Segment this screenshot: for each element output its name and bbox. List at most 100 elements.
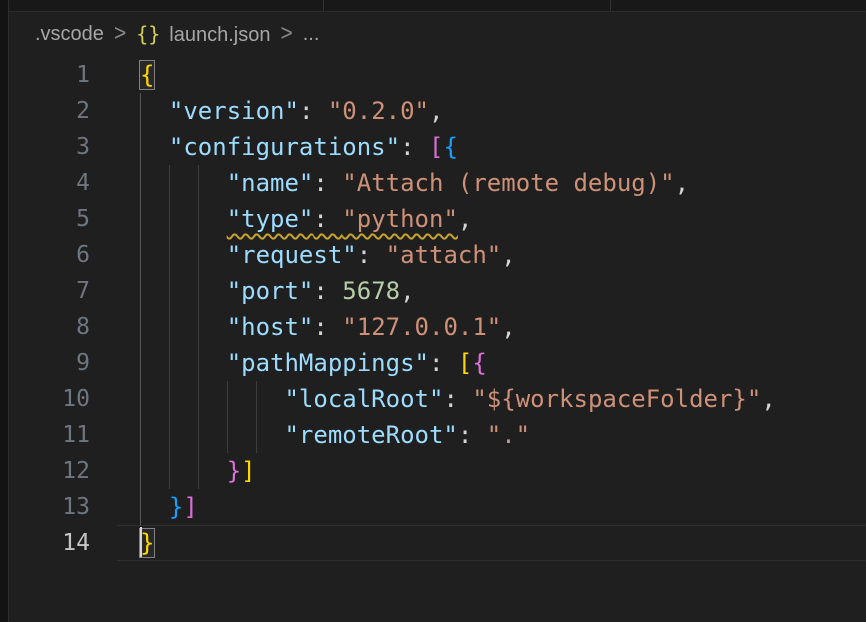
indent-spacer — [140, 370, 227, 371]
code-area[interactable]: 1{2"version": "0.2.0",3"configurations":… — [9, 56, 866, 622]
line-number[interactable]: 11 — [9, 417, 90, 453]
code-token: { — [472, 349, 486, 377]
code-line[interactable]: 8 "host": "127.0.0.1", — [9, 309, 866, 345]
line-number[interactable]: 9 — [9, 345, 90, 381]
code-token: , — [675, 169, 689, 197]
code-line-text[interactable]: "type": "python", — [140, 201, 866, 237]
code-token: "attach" — [386, 241, 502, 269]
indent-guide — [140, 417, 141, 453]
indent-guide — [140, 201, 141, 237]
code-line[interactable]: 10 "localRoot": "${workspaceFolder}", — [9, 381, 866, 417]
code-token: ] — [241, 457, 255, 485]
code-token: : — [299, 97, 328, 125]
indent-spacer — [140, 262, 227, 263]
code-token: "python" — [342, 205, 458, 233]
line-number[interactable]: 12 — [9, 453, 90, 489]
code-line[interactable]: 3 "configurations": [{ — [9, 129, 866, 165]
code-line-text[interactable]: { — [140, 57, 866, 93]
indent-spacer — [140, 334, 227, 335]
indent-guide — [169, 345, 170, 381]
indent-spacer — [140, 190, 227, 191]
line-number[interactable]: 6 — [9, 237, 90, 273]
tab-bar-sliver — [9, 0, 866, 12]
indent-guide — [169, 201, 170, 237]
indent-guide — [227, 381, 228, 417]
breadcrumb-folder[interactable]: .vscode — [35, 23, 104, 46]
line-number[interactable]: 7 — [9, 273, 90, 309]
code-line-text[interactable]: "host": "127.0.0.1", — [140, 309, 866, 345]
code-token: ] — [183, 493, 197, 521]
code-line-text[interactable]: }] — [140, 489, 866, 525]
code-line-text[interactable]: "localRoot": "${workspaceFolder}", — [140, 381, 866, 417]
code-line-text[interactable]: "remoteRoot": "." — [140, 417, 866, 453]
code-line[interactable]: 2 "version": "0.2.0", — [9, 93, 866, 129]
code-token: , — [501, 313, 515, 341]
code-token: [ — [429, 133, 443, 161]
code-token: "port" — [227, 277, 314, 305]
breadcrumb: .vscode > {}launch.json > ... — [9, 12, 866, 56]
code-token: "configurations" — [169, 133, 400, 161]
code-line[interactable]: 1{ — [9, 57, 866, 93]
code-line-text[interactable]: "name": "Attach (remote debug)", — [140, 165, 866, 201]
indent-guide — [198, 453, 199, 489]
code-line-text[interactable]: "request": "attach", — [140, 237, 866, 273]
indent-guide — [169, 309, 170, 345]
code-line-text[interactable]: } — [140, 525, 866, 561]
code-token: "request" — [227, 241, 357, 269]
code-line-text[interactable]: "port": 5678, — [140, 273, 866, 309]
code-token: [ — [458, 349, 472, 377]
line-number[interactable]: 13 — [9, 489, 90, 525]
tab-separator — [323, 0, 324, 11]
indent-guide — [140, 273, 141, 309]
code-token: "version" — [169, 97, 299, 125]
tab-separator — [610, 0, 611, 11]
indent-guide — [198, 201, 199, 237]
breadcrumb-file[interactable]: {}launch.json — [136, 22, 270, 47]
indent-guide — [140, 309, 141, 345]
code-line-text[interactable]: "version": "0.2.0", — [140, 93, 866, 129]
code-line[interactable]: 12}] — [9, 453, 866, 489]
indent-guide — [198, 381, 199, 417]
vscode-editor-window: .vscode > {}launch.json > ... 1{2"versio… — [0, 0, 866, 622]
code-line[interactable]: 14} — [9, 525, 866, 561]
line-number[interactable]: 5 — [9, 201, 90, 237]
code-line[interactable]: 11 "remoteRoot": "." — [9, 417, 866, 453]
line-number[interactable]: 4 — [9, 165, 90, 201]
line-number[interactable]: 8 — [9, 309, 90, 345]
indent-guide — [198, 237, 199, 273]
indent-guide — [140, 237, 141, 273]
line-number[interactable]: 10 — [9, 381, 90, 417]
matched-bracket: { — [140, 61, 154, 89]
code-token: "pathMappings" — [227, 349, 429, 377]
code-line[interactable]: 4 "name": "Attach (remote debug)", — [9, 165, 866, 201]
line-number[interactable]: 1 — [9, 57, 90, 93]
code-line-text[interactable]: "configurations": [{ — [140, 129, 866, 165]
code-token: { — [443, 133, 457, 161]
code-token: , — [429, 97, 443, 125]
indent-spacer — [140, 478, 227, 479]
code-line[interactable]: 9 "pathMappings": [{ — [9, 345, 866, 381]
indent-guide — [140, 381, 141, 417]
line-number[interactable]: 14 — [9, 525, 90, 561]
line-number[interactable]: 2 — [9, 93, 90, 129]
indent-spacer — [140, 154, 169, 155]
line-number[interactable]: 3 — [9, 129, 90, 165]
indent-guide — [169, 381, 170, 417]
chevron-right-icon: > — [114, 21, 126, 47]
code-token: , — [761, 385, 775, 413]
indent-guide — [140, 453, 141, 489]
code-token: , — [400, 277, 414, 305]
code-line[interactable]: 13}] — [9, 489, 866, 525]
code-token: } — [169, 493, 183, 521]
code-token: : — [313, 205, 342, 233]
indent-guide — [140, 129, 141, 165]
code-token: "type" — [227, 205, 314, 233]
code-token: : — [458, 421, 487, 449]
code-line[interactable]: 7 "port": 5678, — [9, 273, 866, 309]
indent-spacer — [140, 514, 169, 515]
code-line[interactable]: 5 "type": "python", — [9, 201, 866, 237]
breadcrumb-symbol-picker[interactable]: ... — [303, 23, 320, 46]
code-line-text[interactable]: "pathMappings": [{ — [140, 345, 866, 381]
code-line-text[interactable]: }] — [140, 453, 866, 489]
code-line[interactable]: 6 "request": "attach", — [9, 237, 866, 273]
